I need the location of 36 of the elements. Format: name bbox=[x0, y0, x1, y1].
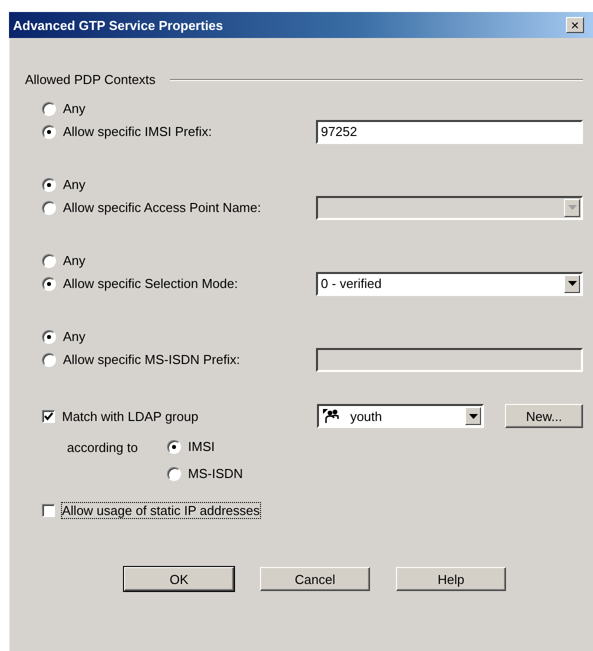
radio-button[interactable] bbox=[167, 440, 181, 454]
checkbox[interactable] bbox=[42, 504, 55, 517]
radio-button[interactable] bbox=[42, 276, 56, 290]
text-field[interactable]: 97252 bbox=[316, 120, 583, 144]
option-label: Allow specific Access Point Name: bbox=[63, 200, 261, 215]
option-label: Any bbox=[63, 253, 86, 268]
radio-button[interactable] bbox=[42, 352, 56, 366]
option-label: Allow specific MS-ISDN Prefix: bbox=[63, 352, 240, 367]
radio-button[interactable] bbox=[42, 200, 56, 214]
checkbox-label: Allow usage of static IP addresses bbox=[62, 503, 260, 518]
dialog-button[interactable]: Cancel bbox=[260, 567, 370, 591]
dropdown-field[interactable]: 0 - verified bbox=[316, 272, 583, 296]
dialog-button[interactable]: OK bbox=[124, 567, 234, 591]
checkbox[interactable] bbox=[42, 410, 55, 422]
option-label: Any bbox=[63, 329, 86, 344]
option-label: Any bbox=[63, 101, 86, 116]
option-label: IMSI bbox=[188, 439, 215, 454]
radio-button[interactable] bbox=[42, 102, 56, 116]
checkbox-label: Match with LDAP group bbox=[62, 408, 198, 424]
option-label: Allow specific IMSI Prefix: bbox=[63, 124, 212, 139]
group-dropdown[interactable]: youth bbox=[317, 404, 484, 428]
dialog-button[interactable]: Help bbox=[396, 567, 506, 591]
radio-button[interactable] bbox=[42, 330, 56, 344]
according-label: according to bbox=[67, 440, 139, 455]
window-title: Advanced GTP Service Properties bbox=[13, 18, 224, 32]
new-button[interactable]: New... bbox=[505, 404, 583, 428]
option-label: Any bbox=[63, 177, 86, 192]
close-button[interactable]: × bbox=[566, 17, 584, 33]
radio-button[interactable] bbox=[167, 466, 181, 480]
option-label: MS-ISDN bbox=[188, 466, 243, 481]
radio-button[interactable] bbox=[42, 178, 56, 192]
radio-button[interactable] bbox=[42, 124, 56, 138]
option-label: Allow specific Selection Mode: bbox=[63, 276, 238, 291]
radio-button[interactable] bbox=[42, 254, 56, 268]
group-label: Allowed PDP Contexts bbox=[25, 72, 156, 87]
group-users-icon bbox=[322, 408, 340, 424]
